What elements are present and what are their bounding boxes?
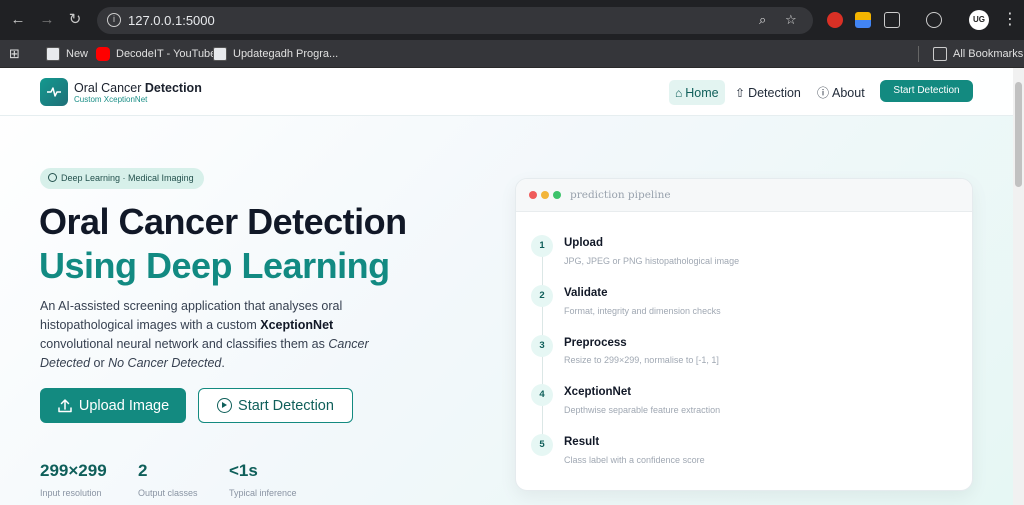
- brand-title: Oral Cancer Detection: [74, 81, 202, 95]
- nav-home[interactable]: ⌂ Home: [669, 80, 725, 105]
- step-number: 3: [531, 335, 553, 357]
- start-detection-hero-button[interactable]: Start Detection: [198, 388, 353, 423]
- step-title: Result: [564, 436, 600, 448]
- nav-detection[interactable]: ⇧ Detection: [729, 80, 807, 105]
- extension-icon[interactable]: [855, 12, 871, 28]
- site-header: Oral Cancer Detection Custom XceptionNet…: [0, 68, 1013, 116]
- category-tag: Deep Learning · Medical Imaging: [40, 168, 204, 189]
- pulse-icon: [47, 87, 61, 97]
- uf-favicon-icon: [46, 47, 60, 61]
- hero-description: An AI-assisted screening application tha…: [40, 299, 369, 370]
- card-header: prediction pipeline: [516, 179, 972, 212]
- back-icon[interactable]: ←: [8, 10, 28, 30]
- upload-image-button[interactable]: Upload Image: [40, 388, 186, 423]
- home-icon: ⌂: [675, 85, 683, 100]
- step-title: Upload: [564, 237, 603, 249]
- browser-toolbar: ← → ↻ i 127.0.0.1:5000 ⌕ ☆ UG ⋮: [0, 0, 1024, 40]
- divider: [918, 46, 919, 62]
- step-description: JPG, JPEG or PNG histopathological image: [564, 256, 740, 266]
- hero-title-line2: Using Deep Learning: [39, 245, 390, 286]
- url-text: 127.0.0.1:5000: [128, 13, 215, 28]
- extensions-puzzle-icon[interactable]: [884, 12, 900, 28]
- step-title: Preprocess: [564, 337, 627, 349]
- upload-icon: [58, 398, 72, 412]
- step-title: XceptionNet: [564, 386, 632, 398]
- hero-title-line1: Oral Cancer Detection: [39, 201, 407, 242]
- window-dot-yellow-icon: [541, 191, 549, 199]
- step-description: Depthwise separable feature extraction: [564, 405, 721, 415]
- stat-value: <1s: [229, 461, 258, 480]
- window-dot-red-icon: [529, 191, 537, 199]
- profile-avatar[interactable]: UG: [969, 10, 989, 30]
- step-description: Resize to 299×299, normalise to [-1, 1]: [564, 355, 719, 365]
- all-bookmarks[interactable]: All Bookmarks: [933, 44, 1023, 64]
- zoom-icon[interactable]: ⌕: [759, 12, 766, 28]
- forward-icon[interactable]: →: [37, 10, 57, 30]
- step-number: 2: [531, 285, 553, 307]
- apps-grid-icon[interactable]: ⊞: [9, 44, 20, 64]
- site-info-icon[interactable]: i: [107, 13, 121, 27]
- chip-icon: [48, 173, 57, 182]
- bookmark-star-icon[interactable]: ☆: [785, 12, 797, 28]
- nav-about[interactable]: ⓘ About: [811, 80, 871, 105]
- stat-label: Output classes: [138, 488, 198, 498]
- page: Oral Cancer Detection Custom XceptionNet…: [0, 68, 1013, 505]
- address-bar[interactable]: i 127.0.0.1:5000 ⌕ ☆: [97, 7, 813, 34]
- bookmarks-bar: ⊞ New DecodeIT - YouTube Updategadh Prog…: [0, 40, 1024, 68]
- bookmark-item[interactable]: Updategadh Progra...: [213, 44, 338, 64]
- step-title: Validate: [564, 287, 608, 299]
- folder-icon: [933, 47, 947, 61]
- youtube-favicon-icon: [96, 47, 110, 61]
- stat-label: Input resolution: [40, 488, 102, 498]
- step-description: Format, integrity and dimension checks: [564, 306, 721, 316]
- logo[interactable]: [40, 78, 68, 106]
- pipeline-card: prediction pipeline 1 Upload JPG, JPEG o…: [515, 178, 973, 491]
- uf-favicon-icon: [213, 47, 227, 61]
- bookmark-item[interactable]: DecodeIT - YouTube: [96, 44, 216, 64]
- bookmark-item[interactable]: New: [46, 44, 88, 64]
- info-icon: ⓘ: [817, 86, 830, 100]
- stat-value: 2: [138, 461, 148, 480]
- card-title: prediction pipeline: [570, 189, 671, 201]
- step-description: Class label with a confidence score: [564, 455, 705, 465]
- stat-value: 299×299: [40, 461, 107, 480]
- extension-icon[interactable]: [827, 12, 843, 28]
- reload-icon[interactable]: ↻: [65, 10, 85, 30]
- page-scrollbar[interactable]: [1013, 68, 1024, 505]
- brand-subtitle: Custom XceptionNet: [74, 95, 148, 104]
- scrollbar-thumb[interactable]: [1015, 82, 1022, 187]
- incognito-icon[interactable]: [926, 12, 942, 28]
- window-dot-green-icon: [553, 191, 561, 199]
- start-detection-button[interactable]: Start Detection: [880, 80, 973, 102]
- step-number: 4: [531, 384, 553, 406]
- step-number: 5: [531, 434, 553, 456]
- menu-icon[interactable]: ⋮: [1002, 9, 1018, 29]
- step-number: 1: [531, 235, 553, 257]
- stat-label: Typical inference: [229, 488, 297, 498]
- play-icon: [217, 398, 233, 413]
- upload-icon: ⇧: [735, 85, 746, 100]
